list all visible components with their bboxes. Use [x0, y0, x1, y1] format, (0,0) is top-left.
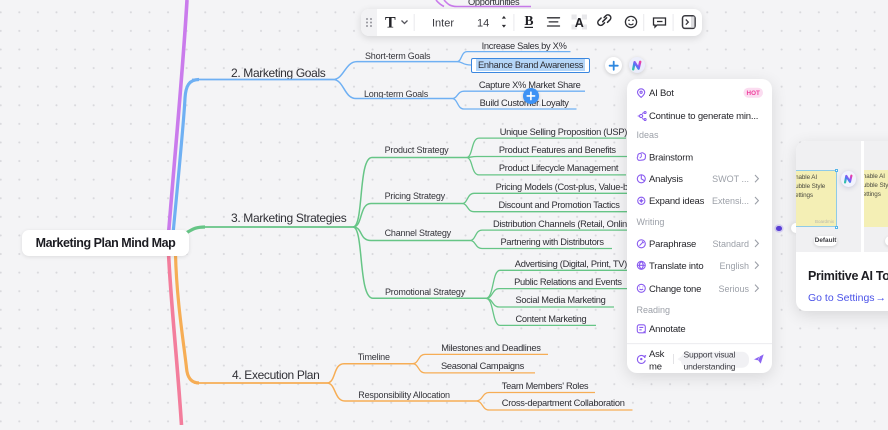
svg-text:T: T [385, 15, 396, 32]
svg-text:Support visual: Support visual [684, 349, 736, 359]
svg-text:Writing: Writing [637, 217, 665, 227]
svg-text:English: English [719, 261, 749, 271]
svg-text:Ask: Ask [649, 349, 665, 360]
svg-text:HOT: HOT [747, 90, 760, 97]
svg-text:Translate into: Translate into [649, 261, 703, 272]
svg-text:Annotate: Annotate [649, 324, 685, 335]
svg-text:Standard: Standard [712, 239, 749, 249]
svg-text:Reading: Reading [637, 305, 671, 315]
svg-text:14: 14 [477, 18, 489, 30]
svg-text:me: me [649, 361, 662, 372]
svg-text:Brainstorm: Brainstorm [649, 153, 693, 164]
svg-text:understanding: understanding [684, 361, 736, 371]
svg-text:Continue to generate min...: Continue to generate min... [649, 111, 758, 122]
svg-text:Ideas: Ideas [637, 130, 660, 140]
svg-text:B: B [525, 13, 534, 28]
svg-text:Expand ideas: Expand ideas [649, 196, 705, 207]
svg-text:AI Bot: AI Bot [649, 88, 674, 99]
svg-text:Analysis: Analysis [649, 174, 683, 185]
svg-text:Paraphrase: Paraphrase [649, 239, 696, 250]
svg-text:Extensi...: Extensi... [712, 196, 749, 206]
svg-text:A: A [575, 16, 584, 30]
svg-text:SWOT ...: SWOT ... [712, 174, 749, 184]
svg-text:Change tone: Change tone [649, 284, 701, 295]
svg-text:Serious: Serious [718, 284, 749, 294]
svg-text:Inter: Inter [432, 18, 454, 30]
